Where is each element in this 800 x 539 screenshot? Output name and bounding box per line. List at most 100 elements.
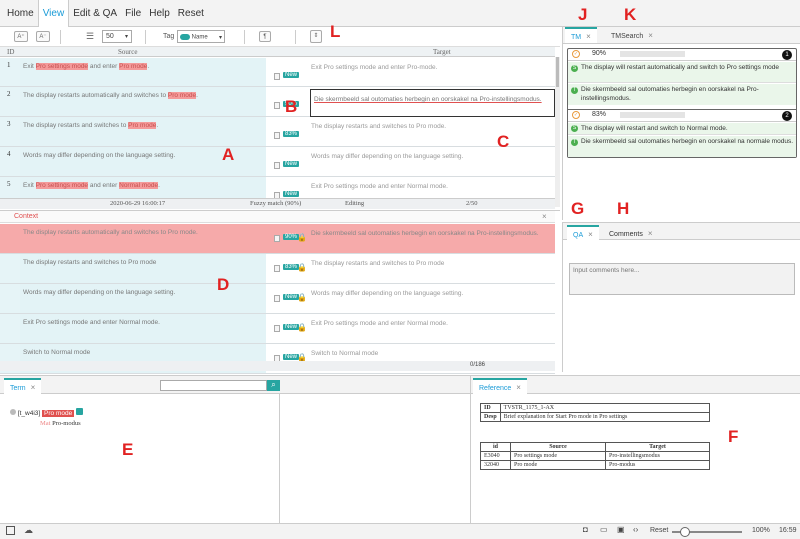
grid-scrollbar[interactable] [555, 57, 560, 207]
tab-term-label: Term [10, 385, 26, 392]
source-cell[interactable]: The display restarts automatically and s… [20, 87, 266, 116]
header-id: ID [7, 48, 15, 56]
table-row[interactable]: 3 The display restarts and switches to Pr… [0, 117, 555, 147]
font-increase-button[interactable]: A⁺ [14, 31, 28, 42]
tm-entry-header: ✓ 90% 1 [568, 49, 796, 61]
font-size-select[interactable]: 50 ▾ [102, 30, 132, 43]
image-icon[interactable]: ▣ [617, 525, 625, 534]
scrollbar-thumb[interactable] [556, 57, 559, 87]
reset-zoom-button[interactable]: Reset [650, 527, 668, 534]
split-icon[interactable]: ⇕ [310, 30, 322, 43]
tab-reference[interactable]: Reference × [473, 378, 527, 394]
status-cell: 90% 🔒 [266, 224, 308, 253]
tab-qa-label: QA [573, 232, 584, 239]
tab-tmsearch[interactable]: TMSearch × [605, 28, 659, 44]
menu-view[interactable]: View [37, 0, 70, 27]
menu-file[interactable]: File [121, 0, 145, 27]
font-decrease-button[interactable]: A⁻ [36, 31, 50, 42]
tab-tm[interactable]: TM × [565, 27, 597, 43]
target-cell[interactable]: The display restarts and switches to Pro… [308, 117, 555, 146]
tm-entry[interactable]: ✓ 90% 1 S The display will restart autom… [568, 49, 796, 111]
source-cell[interactable]: Exit Pro settings mode and enter Pro mod… [20, 58, 266, 86]
term-entry[interactable]: [t_w4i3] Pro mode [10, 408, 84, 417]
source-segment: . [196, 92, 198, 99]
status-date: 2020-06-29 16:00:17 [110, 200, 166, 207]
zoom-slider-thumb[interactable] [680, 527, 690, 537]
source-segment: Pro settings mode [35, 182, 89, 189]
close-icon[interactable]: × [648, 229, 653, 238]
term-list: [t_w4i3] Pro mode Mat Pro-modus [0, 394, 280, 524]
tm-source: S The display will restart and switch to… [568, 123, 796, 135]
table-row[interactable]: 2 The display restarts automatically and … [0, 87, 555, 117]
check-icon: ✓ [572, 50, 580, 58]
tab-comments[interactable]: Comments × [603, 226, 659, 242]
menu-reset[interactable]: Reset [174, 0, 208, 27]
document-icon[interactable]: ▭ [600, 525, 608, 534]
cloud-icon[interactable]: ☁ [24, 525, 33, 536]
status-match: Fuzzy match (90%) [250, 200, 302, 207]
code-icon[interactable]: ‹› [633, 525, 638, 534]
target-text: Die skermbeeld sal outomaties herbegin e… [314, 96, 542, 103]
annotation-label-c: C [497, 132, 510, 151]
close-icon[interactable]: × [31, 383, 36, 392]
ref-id-value: TVSTR_1175_1-AX [499, 403, 711, 413]
panel-toggle-icon[interactable] [6, 526, 15, 535]
document-icon [274, 102, 280, 109]
term-search-input[interactable] [160, 380, 267, 391]
target-icon: T [571, 87, 578, 94]
search-icon[interactable]: ⌕ [267, 380, 280, 391]
close-icon[interactable]: × [586, 32, 591, 41]
target-cell[interactable]: Words may differ depending on the langua… [308, 147, 555, 176]
ref-col-id: id [480, 442, 511, 452]
row-id: 1 [0, 58, 20, 86]
comment-input[interactable] [569, 263, 795, 295]
context-row[interactable]: The display restarts and switches to Pro… [0, 254, 555, 284]
source-cell[interactable]: The display restarts and switches to Pro… [20, 117, 266, 146]
line-height-icon[interactable]: ☰ [86, 31, 96, 42]
zoom-slider[interactable] [672, 527, 742, 537]
close-icon[interactable]: × [588, 230, 593, 239]
close-icon[interactable]: × [648, 31, 653, 40]
term-id: [t_w4i3] [17, 410, 41, 417]
document-icon [274, 265, 280, 272]
tab-tmsearch-label: TMSearch [611, 33, 644, 40]
tag-label: Tag [163, 33, 175, 40]
row-id [0, 284, 20, 313]
table-row[interactable]: 1 Exit Pro settings mode and enter Pro mo… [0, 58, 555, 87]
lock-icon: 🔒 [297, 323, 307, 332]
close-icon[interactable]: × [516, 383, 521, 392]
annotation-label-b: B [285, 97, 298, 116]
menu-help[interactable]: Help [145, 0, 174, 27]
screenshot-icon[interactable]: ◘ [583, 525, 588, 534]
tm-entry[interactable]: ✓ 83% 2 S The display will restart and s… [568, 109, 796, 159]
target-cell[interactable]: Exit Pro settings mode and enter Pro-mod… [308, 58, 555, 86]
ref-desp-value: Brief explanation for Start Pro mode in … [499, 412, 711, 422]
status-badge: New [283, 161, 300, 167]
ref-desp-label: Desp [480, 412, 501, 422]
document-icon [274, 73, 280, 80]
pilcrow-button[interactable]: ¶ [259, 31, 271, 42]
table-row[interactable]: 4 Words may differ depending on the langu… [0, 147, 555, 177]
context-target-text: Die skermbeeld sal outomaties herbegin e… [311, 230, 539, 237]
menu-edit-qa[interactable]: Edit & QA [69, 0, 121, 27]
check-icon: ✓ [572, 111, 580, 119]
reference-term-table: id Source Target E3040 Pro settings mode… [480, 442, 710, 470]
source-segment: Pro mode [119, 63, 148, 70]
tm-target-text: Die skermbeeld sal outomaties herbegin e… [581, 86, 759, 102]
context-row[interactable]: The display restarts automatically and s… [0, 224, 555, 254]
target-icon: T [571, 139, 578, 146]
context-source-text: The display restarts and switches to Pro… [23, 259, 157, 266]
toolbar-separator [60, 30, 61, 44]
tab-term[interactable]: Term × [4, 378, 42, 394]
lock-icon: 🔒 [297, 293, 307, 302]
menu-home[interactable]: Home [3, 0, 38, 27]
tag-select[interactable]: Name ▾ [177, 30, 225, 43]
zoom-level: 100% [752, 527, 770, 534]
target-text: The display restarts and switches to Pro… [311, 123, 447, 130]
context-row[interactable]: Words may differ depending on the langua… [0, 284, 555, 314]
context-row[interactable]: Exit Pro settings mode and enter Normal … [0, 314, 555, 344]
tab-qa[interactable]: QA × [567, 225, 599, 241]
close-icon[interactable]: × [542, 212, 547, 221]
target-cell[interactable]: Die skermbeeld sal outomaties herbegin e… [310, 89, 555, 117]
source-segment: . [147, 63, 150, 70]
